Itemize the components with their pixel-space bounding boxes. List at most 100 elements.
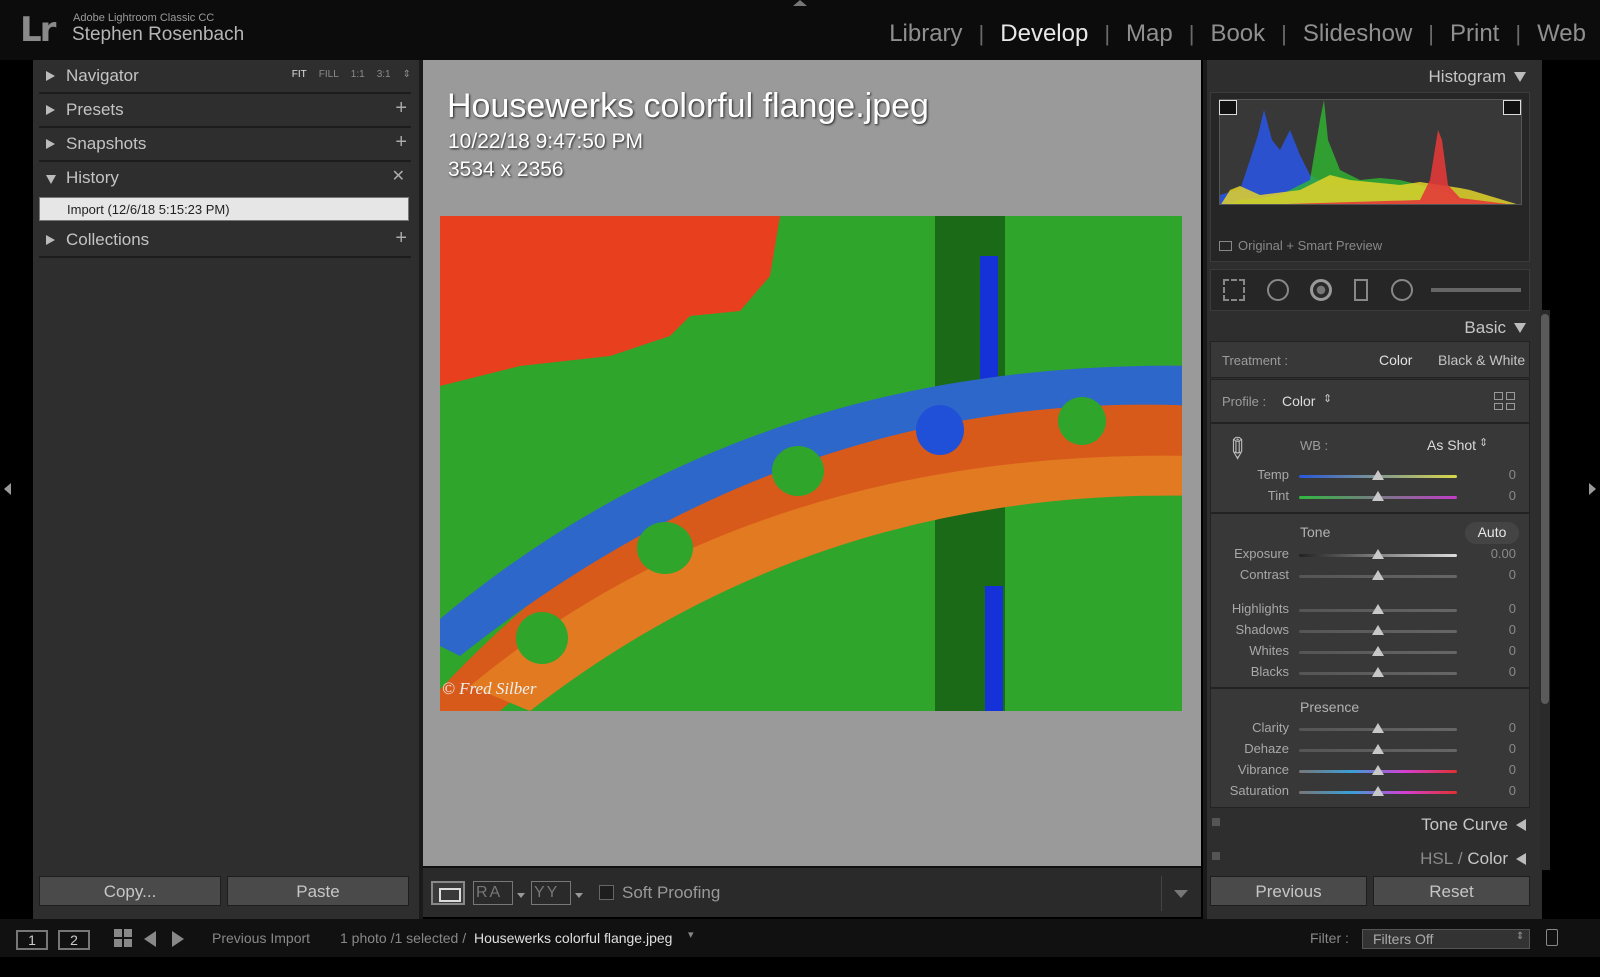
right-panel-toggle-icon[interactable] — [1589, 483, 1596, 495]
profile-browser-icon[interactable] — [1494, 392, 1516, 410]
adjustment-brush-icon[interactable] — [1431, 288, 1521, 292]
copy-button[interactable]: Copy... — [39, 876, 221, 906]
forward-arrow-icon[interactable] — [172, 931, 184, 947]
saturation-value[interactable]: 0 — [1470, 783, 1516, 798]
before-after-button[interactable]: RA — [473, 881, 513, 905]
source-name[interactable]: Previous Import — [212, 930, 310, 946]
dehaze-slider-thumb[interactable] — [1372, 744, 1384, 754]
highlight-clipping-icon[interactable] — [1503, 100, 1521, 115]
snapshots-header[interactable]: Snapshots + — [39, 128, 411, 162]
split-dropdown-icon[interactable] — [575, 893, 583, 898]
collections-header[interactable]: Collections + — [39, 224, 411, 258]
whites-value[interactable]: 0 — [1470, 643, 1516, 658]
add-collection-icon[interactable]: + — [395, 227, 407, 250]
hsl-toggle-icon[interactable] — [1212, 852, 1220, 860]
radial-filter-icon[interactable] — [1391, 279, 1413, 301]
back-arrow-icon[interactable] — [144, 931, 156, 947]
contrast-value[interactable]: 0 — [1470, 567, 1516, 582]
zoom-1to1[interactable]: 1:1 — [351, 69, 365, 80]
module-develop[interactable]: Develop — [998, 20, 1090, 48]
paste-button[interactable]: Paste — [227, 876, 409, 906]
right-panel-scroll-thumb[interactable] — [1541, 314, 1549, 704]
filter-dropdown[interactable]: Filters Off — [1362, 929, 1530, 949]
hsl-color-header[interactable]: HSL / Color — [1400, 849, 1526, 869]
histogram-header[interactable]: Histogram — [1410, 67, 1526, 87]
add-preset-icon[interactable]: + — [395, 97, 407, 120]
wb-stepper-icon[interactable]: ⇕ — [1479, 436, 1488, 449]
wb-dropdown[interactable]: As Shot — [1427, 437, 1476, 453]
saturation-slider-thumb[interactable] — [1372, 786, 1384, 796]
treatment-bw-option[interactable]: Black & White — [1438, 352, 1525, 368]
secondary-window-button[interactable]: 2 — [58, 930, 90, 950]
presets-header[interactable]: Presets + — [39, 94, 411, 128]
histogram[interactable]: Original + Smart Preview — [1210, 92, 1530, 262]
history-item[interactable]: Import (12/6/18 5:15:23 PM) — [39, 197, 409, 221]
contrast-slider-thumb[interactable] — [1372, 570, 1384, 580]
vibrance-slider-thumb[interactable] — [1372, 765, 1384, 775]
navigator-header[interactable]: Navigator FIT FILL 1:1 3:1 ⇕ — [39, 60, 411, 94]
soft-proofing-checkbox[interactable] — [599, 885, 614, 900]
top-panel-toggle-icon[interactable] — [793, 0, 807, 6]
zoom-3to1[interactable]: 3:1 — [377, 69, 391, 80]
selected-filename[interactable]: Housewerks colorful flange.jpeg — [474, 930, 672, 946]
tint-slider-thumb[interactable] — [1372, 491, 1384, 501]
blacks-value[interactable]: 0 — [1470, 664, 1516, 679]
auto-tone-button[interactable]: Auto — [1465, 522, 1519, 544]
crop-tool-icon[interactable] — [1223, 279, 1245, 301]
previous-button[interactable]: Previous — [1210, 876, 1367, 906]
exposure-slider-thumb[interactable] — [1372, 549, 1384, 559]
spot-removal-icon[interactable] — [1267, 279, 1289, 301]
dehaze-slider-label: Dehaze — [1244, 741, 1289, 756]
history-header[interactable]: History ✕ — [39, 162, 411, 196]
whites-slider-thumb[interactable] — [1372, 646, 1384, 656]
left-panel-toggle-icon[interactable] — [4, 483, 11, 495]
filter-stepper-icon[interactable]: ⇕ — [1516, 931, 1524, 942]
exposure-value[interactable]: 0.00 — [1470, 546, 1516, 561]
red-eye-icon[interactable] — [1310, 279, 1332, 301]
grid-view-icon[interactable] — [114, 929, 132, 947]
dehaze-value[interactable]: 0 — [1470, 741, 1516, 756]
shadow-clipping-icon[interactable] — [1219, 100, 1237, 115]
filter-lock-icon[interactable] — [1546, 929, 1558, 946]
zoom-stepper-icon[interactable]: ⇕ — [403, 69, 411, 80]
vibrance-value[interactable]: 0 — [1470, 762, 1516, 777]
clear-history-icon[interactable]: ✕ — [392, 166, 405, 186]
highlights-slider-thumb[interactable] — [1372, 604, 1384, 614]
basic-header[interactable]: Basic — [1410, 318, 1526, 338]
profile-stepper-icon[interactable]: ⇕ — [1323, 392, 1332, 405]
before-after-split-button[interactable]: YY — [531, 881, 571, 905]
filename-dropdown-icon[interactable]: ▾ — [688, 928, 694, 941]
tone-curve-toggle-icon[interactable] — [1212, 818, 1220, 826]
tone-curve-header[interactable]: Tone Curve — [1400, 815, 1526, 835]
temp-value[interactable]: 0 — [1470, 467, 1516, 482]
color-tab[interactable]: Color — [1467, 849, 1508, 869]
module-slideshow[interactable]: Slideshow — [1301, 20, 1414, 48]
zoom-fill[interactable]: FILL — [319, 69, 339, 80]
module-book[interactable]: Book — [1208, 20, 1267, 48]
main-window-button[interactable]: 1 — [16, 930, 48, 950]
module-print[interactable]: Print — [1448, 20, 1501, 48]
highlights-value[interactable]: 0 — [1470, 601, 1516, 616]
module-library[interactable]: Library — [887, 20, 964, 48]
module-map[interactable]: Map — [1124, 20, 1175, 48]
temp-slider-thumb[interactable] — [1372, 470, 1384, 480]
shadows-slider-thumb[interactable] — [1372, 625, 1384, 635]
zoom-fit[interactable]: FIT — [292, 69, 307, 80]
hsl-tab[interactable]: HSL — [1420, 849, 1453, 869]
graduated-filter-icon[interactable] — [1354, 279, 1368, 301]
before-after-dropdown-icon[interactable] — [517, 893, 525, 898]
shadows-value[interactable]: 0 — [1470, 622, 1516, 637]
reset-button[interactable]: Reset — [1373, 876, 1530, 906]
module-web[interactable]: Web — [1535, 20, 1588, 48]
add-snapshot-icon[interactable]: + — [395, 131, 407, 154]
clarity-value[interactable]: 0 — [1470, 720, 1516, 735]
loupe-view-button[interactable] — [431, 881, 465, 905]
clarity-slider-thumb[interactable] — [1372, 723, 1384, 733]
wb-eyedropper-icon[interactable]: ✎ — [1217, 429, 1257, 469]
treatment-color-option[interactable]: Color — [1379, 352, 1412, 368]
blacks-slider-thumb[interactable] — [1372, 667, 1384, 677]
toolbar-content-menu-icon[interactable] — [1174, 890, 1188, 898]
tint-value[interactable]: 0 — [1470, 488, 1516, 503]
photo-preview[interactable]: © Fred Silber — [440, 216, 1182, 711]
profile-dropdown[interactable]: Color — [1282, 393, 1315, 409]
